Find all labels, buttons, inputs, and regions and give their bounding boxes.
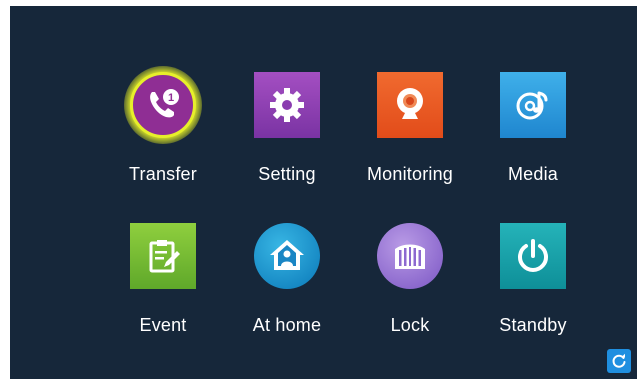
menu-item-monitoring[interactable]: Monitoring (345, 72, 475, 212)
house-person-icon (254, 223, 320, 289)
phone-transfer-icon: 1 (124, 66, 202, 144)
transfer-badge: 1 (168, 92, 174, 104)
refresh-icon (612, 353, 626, 368)
menu-item-lock[interactable]: Lock (345, 223, 475, 363)
menu-item-transfer[interactable]: 1 Transfer (98, 66, 228, 212)
menu-item-event[interactable]: Event (98, 223, 228, 363)
menu-label-lock: Lock (390, 315, 430, 335)
menu-label-at-home: At home (252, 315, 322, 335)
menu-label-monitoring: Monitoring (366, 164, 454, 184)
main-menu-screen: 1 Transfer Setting Monitoring Media Even… (10, 6, 637, 379)
menu-label-setting: Setting (258, 164, 316, 184)
menu-label-transfer: Transfer (129, 164, 197, 184)
gear-icon (254, 72, 320, 138)
refresh-button[interactable] (607, 349, 631, 373)
clipboard-edit-icon (130, 223, 196, 289)
menu-label-standby: Standby (499, 315, 567, 335)
music-disc-icon (500, 72, 566, 138)
menu-label-media: Media (507, 164, 559, 184)
menu-item-setting[interactable]: Setting (222, 72, 352, 212)
webcam-icon (377, 72, 443, 138)
power-icon (500, 223, 566, 289)
menu-item-media[interactable]: Media (468, 72, 598, 212)
menu-item-at-home[interactable]: At home (222, 223, 352, 363)
menu-label-event: Event (139, 315, 187, 335)
gate-icon (377, 223, 443, 289)
menu-item-standby[interactable]: Standby (468, 223, 598, 363)
